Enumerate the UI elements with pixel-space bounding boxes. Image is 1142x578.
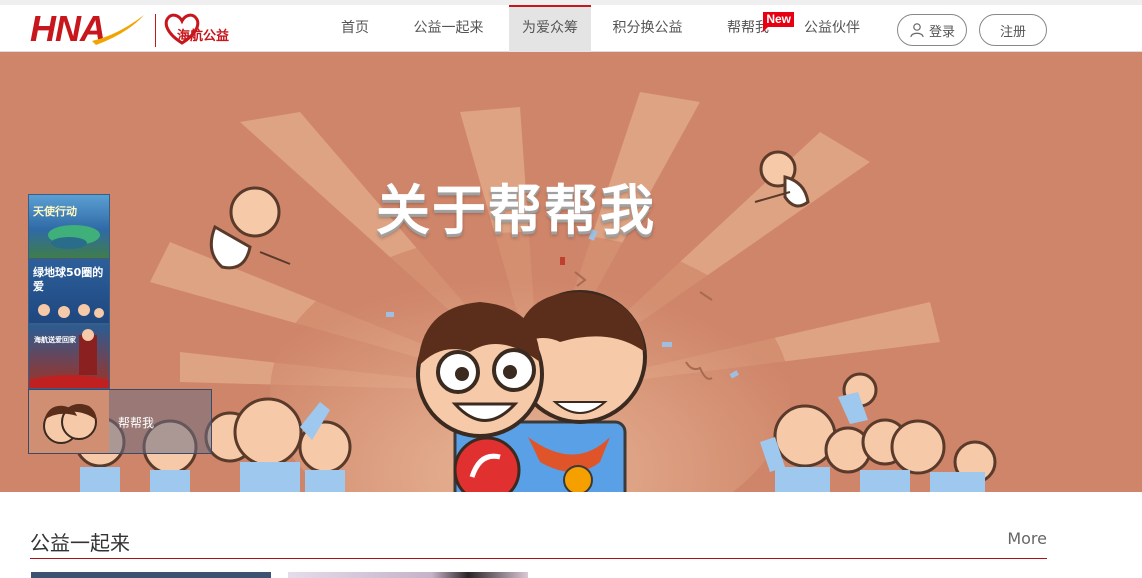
- nav-item-home[interactable]: 首页: [322, 5, 388, 52]
- nav-item-crowdfunding[interactable]: 为爱众筹: [509, 5, 591, 52]
- more-link[interactable]: More: [1007, 529, 1047, 548]
- project-card-2[interactable]: [288, 572, 528, 578]
- login-label: 登录: [928, 24, 955, 40]
- section-header: 公益一起来 More: [30, 518, 1047, 559]
- main-nav: 首页 公益一起来 为爱众筹 积分换公益 帮帮我 New 公益伙伴: [322, 5, 872, 52]
- nav-item-points-exchange[interactable]: 积分换公益: [591, 5, 704, 52]
- thumb-caption-angel-action: 天使行动: [33, 205, 77, 218]
- project-card-1[interactable]: [31, 572, 271, 578]
- banner-title: 关于帮帮我: [376, 179, 656, 242]
- thumbnail-green-earth[interactable]: 绿地球50圈的爱: [28, 259, 110, 324]
- new-badge: New: [763, 12, 794, 32]
- logo-divider: [155, 14, 156, 47]
- charity-logo-text: 海航公益: [177, 29, 230, 44]
- nav-item-help-me[interactable]: 帮帮我 New: [704, 5, 794, 52]
- user-icon: [910, 23, 924, 38]
- site-header: HNA 海航公益 首页 公益一起来 为爱众筹 积分换公益 帮帮我 New 公益伙…: [0, 0, 1142, 52]
- thumbnail-angel-action[interactable]: 天使行动: [28, 194, 110, 259]
- register-button[interactable]: 注册: [979, 14, 1047, 46]
- nav-item-charity-together[interactable]: 公益一起来: [388, 5, 509, 52]
- thumbnail-help-me-active[interactable]: 帮帮我: [28, 389, 212, 454]
- banner-thumbnail-strip: 天使行动 绿地球50圈的爱 海航送爱回家 帮帮我: [28, 194, 212, 454]
- hna-swoosh-icon: [92, 15, 144, 45]
- thumbnail-send-home[interactable]: 海航送爱回家: [28, 324, 110, 389]
- thumb-caption-help-me: 帮帮我: [118, 416, 155, 430]
- login-button[interactable]: 登录: [897, 14, 967, 46]
- help-me-thumb-art: [29, 390, 109, 453]
- nav-item-partners[interactable]: 公益伙伴: [792, 5, 872, 52]
- green-earth-thumb-art: [38, 304, 104, 318]
- hero-banner[interactable]: 关于帮帮我 天使行动 绿地球50圈的爱 海航送爱回家 帮帮我: [0, 52, 1142, 492]
- send-home-thumb-art: [29, 329, 109, 388]
- section-title: 公益一起来: [30, 531, 130, 555]
